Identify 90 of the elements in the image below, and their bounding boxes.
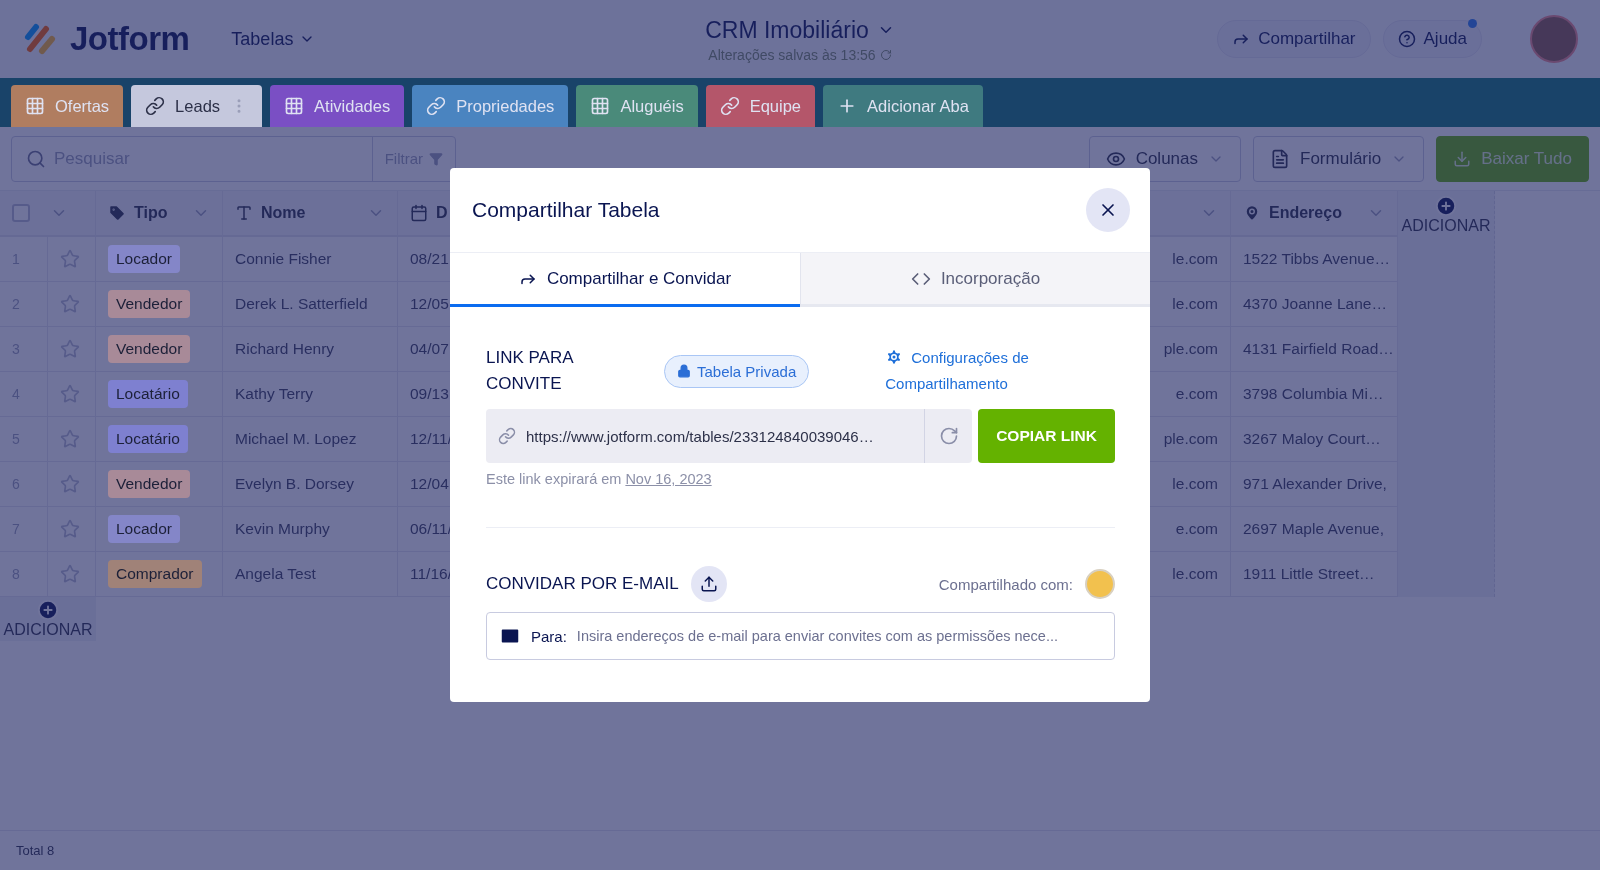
sheet-tab[interactable]: Leads (131, 85, 263, 127)
add-row-button[interactable]: ADICIONAR (0, 597, 96, 641)
tag-icon (108, 204, 126, 222)
upload-icon (699, 575, 718, 593)
logo-text: Jotform (70, 20, 190, 58)
pin-icon (1243, 204, 1261, 222)
table-cell: Derek L. Satterfield (223, 282, 398, 327)
logo-icon (22, 21, 58, 57)
grid-icon (590, 96, 611, 116)
table-cell: 2697 Maple Avenue, (1231, 507, 1398, 552)
star-icon[interactable] (60, 294, 80, 314)
sheet-tab[interactable]: Propriedades (412, 85, 569, 127)
table-title[interactable]: CRM Imobiliário (699, 15, 901, 45)
table-cell: Richard Henry (223, 327, 398, 372)
download-button[interactable]: Baixar Tudo (1436, 135, 1589, 182)
refresh-icon (938, 426, 959, 446)
table-cell: 4370 Joanne Lane… (1231, 282, 1398, 327)
tables-menu[interactable]: Tabelas (225, 27, 322, 51)
plus-icon (1435, 195, 1457, 217)
table-cell: Kevin Murphy (223, 507, 398, 552)
star-icon[interactable] (60, 249, 80, 269)
type-tag: Locador (108, 515, 180, 543)
section-heading: CONVIDAR POR E-MAIL (486, 573, 679, 595)
table-cell: Kathy Terry (223, 372, 398, 417)
text-icon (235, 204, 253, 222)
shared-with-label: Compartilhado com: (938, 575, 1073, 593)
toolbar-button[interactable]: Formulário (1253, 135, 1425, 182)
row-total: Total 8 (16, 843, 55, 858)
table-cell: Connie Fisher (223, 237, 398, 282)
link-icon (498, 427, 516, 445)
sheet-tab[interactable]: Ofertas (11, 85, 124, 127)
type-tag: Vendedor (108, 470, 191, 498)
url-field[interactable]: https://www.jotform.com/tables/233124840039046… (486, 409, 972, 463)
table-cell: Evelyn B. Dorsey (223, 462, 398, 507)
dialog-title: Compartilhar Tabela (472, 198, 660, 222)
type-tag: Locador (108, 245, 180, 273)
type-tag: Locatário (108, 380, 188, 408)
dialog-tab[interactable]: Incorporação (800, 253, 1150, 307)
table-cell: 3267 Maloy Court… (1231, 417, 1398, 462)
column-header[interactable]: Endereço (1231, 191, 1398, 237)
table-cell: 971 Alexander Drive, (1231, 462, 1398, 507)
filter-icon (429, 151, 443, 166)
search-icon (26, 148, 46, 169)
star-icon[interactable] (60, 474, 80, 494)
table-cell: 4131 Fairfield Road… (1231, 327, 1398, 372)
download-icon (1453, 149, 1472, 168)
sheet-tab[interactable]: Aluguéis (576, 85, 698, 127)
calendar-icon (410, 204, 428, 222)
share-button[interactable]: Compartilhar (1217, 20, 1371, 58)
table-cell: 1911 Little Street… (1231, 552, 1398, 597)
star-icon[interactable] (60, 564, 80, 584)
lock-icon (677, 364, 691, 378)
refresh-icon (879, 48, 892, 61)
sheet-tab[interactable]: Adicionar Aba (823, 85, 983, 127)
sheet-tab[interactable]: Atividades (270, 85, 405, 127)
select-all-checkbox[interactable] (12, 204, 30, 222)
type-tag: Vendedor (108, 290, 191, 318)
star-icon[interactable] (60, 384, 80, 404)
star-icon[interactable] (60, 339, 80, 359)
user-avatar (1085, 569, 1115, 599)
grid-icon (25, 96, 45, 116)
link-icon (145, 96, 166, 116)
link-icon (719, 96, 740, 116)
sheet-tab[interactable]: Equipe (705, 85, 816, 127)
close-button[interactable] (1086, 188, 1130, 232)
type-tag: Locatário (108, 425, 188, 453)
star-icon[interactable] (60, 429, 80, 449)
help-icon (1397, 30, 1416, 48)
document-icon (1270, 148, 1290, 169)
to-label: Para: (531, 627, 567, 645)
table-cell: 3798 Columbia Mi… (1231, 372, 1398, 417)
add-column-button[interactable]: ADICIONAR (1398, 191, 1495, 597)
copy-link-button[interactable]: COPIAR LINK (978, 409, 1115, 463)
type-tag: Vendedor (108, 335, 191, 363)
table-cell: 1522 Tibbs Avenue… (1231, 237, 1398, 282)
upload-button[interactable] (690, 566, 727, 602)
grid-icon (284, 96, 305, 116)
email-field[interactable]: Para: Insira endereços de e-mail para enviar convites com as permissões nece... (486, 612, 1115, 660)
user-avatar[interactable] (1530, 15, 1578, 63)
expiry-text: Este link expirará em (486, 471, 622, 487)
column-header[interactable]: Tipo (96, 191, 223, 237)
type-tag: Comprador (108, 560, 202, 588)
table-cell: Angela Test (223, 552, 398, 597)
privacy-badge: Tabela Privada (664, 354, 810, 388)
column-header[interactable]: Nome (223, 191, 398, 237)
star-icon[interactable] (60, 519, 80, 539)
table-cell: Michael M. Lopez (223, 417, 398, 462)
link-icon (426, 96, 447, 116)
help-button[interactable]: Ajuda (1382, 20, 1482, 58)
plus-icon (37, 599, 59, 621)
